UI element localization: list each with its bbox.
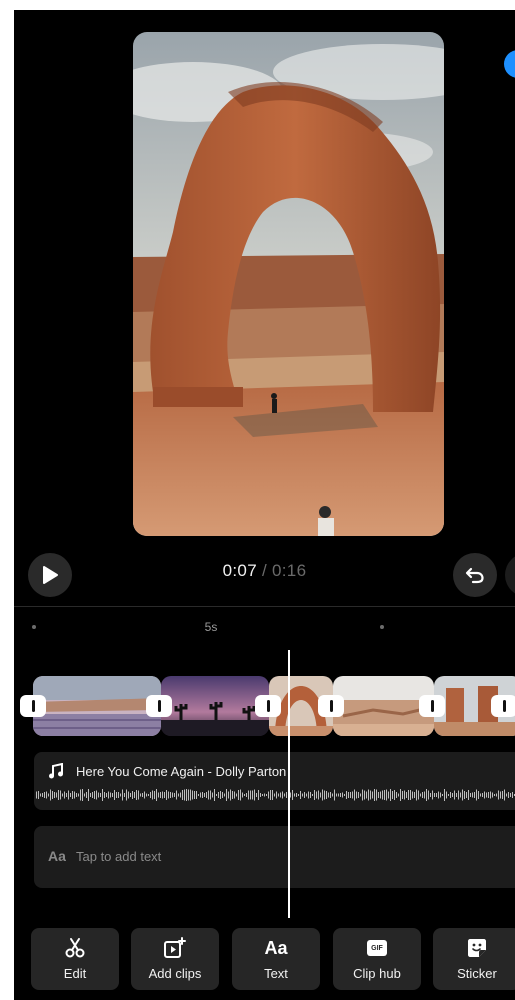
clip-trim-handle[interactable] [146,695,172,717]
total-time: 0:16 [272,561,307,580]
blue-dot-button[interactable] [504,50,515,78]
redo-button[interactable] [505,553,515,597]
text-track[interactable]: Aa Tap to add text [34,826,515,888]
audio-title: Here You Come Again - Dolly Parton [76,764,287,779]
clip-trim-handle[interactable] [491,695,515,717]
add-clips-label: Add clips [148,966,202,981]
audio-waveform [36,789,515,801]
clip-1-thumbnail [33,676,161,736]
clip-trim-handle[interactable] [318,695,344,717]
clip-trim-handle[interactable] [419,695,445,717]
add-text-hint: Tap to add text [76,849,162,864]
clip-trim-handle[interactable] [255,695,281,717]
text-aa-icon: Aa [264,937,288,958]
sticker-label: Sticker [457,966,497,981]
scissors-icon [65,938,85,958]
add-clips-button[interactable]: Add clips [131,928,219,990]
current-time: 0:07 [222,561,257,580]
undo-icon [465,567,484,584]
sticker-button[interactable]: Sticker [433,928,515,990]
playhead[interactable] [288,650,290,918]
edit-label: Edit [63,966,87,981]
video-editor: 0:07 / 0:16 5s Here You Come Again - Dol… [14,10,515,1000]
clip-2-thumbnail [161,676,269,736]
ruler-dot [32,625,36,629]
clip-trim-handle[interactable] [20,695,46,717]
clip-2[interactable] [161,676,269,736]
add-clip-icon [164,937,186,958]
undo-button[interactable] [453,553,497,597]
clip-1[interactable] [33,676,161,736]
gif-icon-text: GIF [371,944,383,952]
text-button[interactable]: Aa Text [232,928,320,990]
arch-scene-image [133,32,444,536]
clip-hub-button[interactable]: GIF Clip hub [333,928,421,990]
music-note-icon [49,763,63,779]
text-aa-icon: Aa [48,848,66,864]
time-separator: / [256,561,273,580]
ruler-dot [380,625,384,629]
edit-button[interactable]: Edit [31,928,119,990]
timecode: 0:07 / 0:16 [14,561,515,581]
audio-track[interactable]: Here You Come Again - Dolly Parton [34,752,515,810]
ruler-label: 5s [204,620,218,634]
video-preview[interactable] [133,32,444,536]
sticker-icon [468,939,486,957]
divider [14,606,515,607]
text-label: Text [264,966,288,981]
gif-icon: GIF [367,940,387,956]
clip-hub-label: Clip hub [353,966,401,981]
